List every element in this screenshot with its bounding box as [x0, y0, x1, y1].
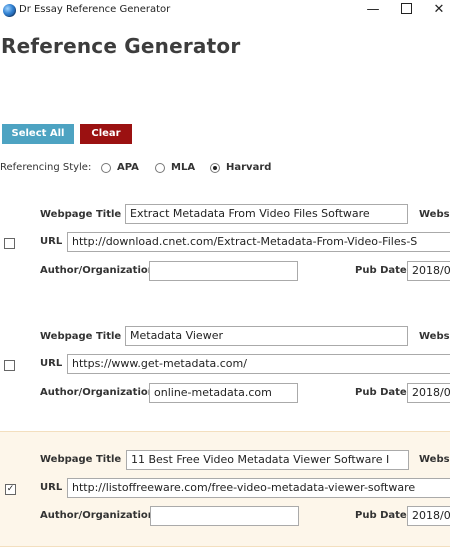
close-button[interactable]: ✕ [425, 0, 450, 22]
website-label: Websit [419, 331, 450, 342]
entry-checkbox-checked[interactable]: ✓ [5, 484, 16, 495]
radio-apa-circle[interactable] [101, 163, 111, 173]
url-field[interactable]: http://listoffreeware.com/free-video-met… [67, 478, 450, 498]
pub-date-field[interactable]: 2018/0 [407, 261, 450, 281]
url-label: URL [40, 236, 63, 247]
author-field[interactable] [149, 261, 298, 281]
window-title: Dr Essay Reference Generator [19, 4, 171, 15]
entry-checkbox[interactable] [4, 238, 15, 249]
clear-button[interactable]: Clear [80, 124, 132, 144]
webpage-title-label: Webpage Title [40, 209, 122, 220]
pub-date-label: Pub Date [355, 387, 407, 398]
maximize-icon [400, 2, 412, 14]
pub-date-label: Pub Date [355, 265, 407, 276]
url-label: URL [40, 358, 63, 369]
minimize-button[interactable]: — [356, 0, 390, 22]
webpage-title-label: Webpage Title [40, 454, 122, 465]
author-label: Author/Organization [40, 387, 155, 398]
reference-entry: Webpage Title Metadata Viewer Websit URL… [0, 320, 450, 436]
webpage-title-field[interactable]: Extract Metadata From Video Files Softwa… [125, 204, 408, 224]
maximize-button[interactable] [389, 0, 423, 22]
webpage-title-field[interactable]: 11 Best Free Video Metadata Viewer Softw… [126, 450, 409, 470]
url-field[interactable]: https://www.get-metadata.com/ [67, 354, 450, 374]
entry-checkbox[interactable] [4, 360, 15, 371]
webpage-title-field[interactable]: Metadata Viewer [125, 326, 408, 346]
radio-mla-circle[interactable] [155, 163, 165, 173]
pub-date-field[interactable]: 2018/0 [407, 383, 450, 403]
webpage-title-label: Webpage Title [40, 331, 122, 342]
pub-date-label: Pub Date [355, 510, 407, 521]
website-label: Websit [419, 209, 450, 220]
referencing-style-group: Referencing Style: APA MLA Harvard [0, 161, 300, 177]
window-titlebar: Dr Essay Reference Generator — ✕ [0, 0, 450, 22]
radio-harvard-circle[interactable] [210, 163, 220, 173]
referencing-style-label: Referencing Style: [0, 162, 92, 173]
reference-entry-selected: Webpage Title 11 Best Free Video Metadat… [0, 431, 450, 547]
select-all-button[interactable]: Select All [2, 124, 74, 144]
radio-harvard-label: Harvard [226, 162, 272, 173]
radio-apa[interactable]: APA [101, 161, 143, 177]
url-field[interactable]: http://download.cnet.com/Extract-Metadat… [67, 232, 450, 252]
author-label: Author/Organization [40, 510, 155, 521]
radio-harvard[interactable]: Harvard [210, 161, 272, 177]
page-title: Reference Generator [1, 34, 241, 58]
author-field[interactable] [150, 506, 299, 526]
website-label: Websit [419, 454, 450, 465]
pub-date-field[interactable]: 2018/0 [407, 506, 450, 526]
reference-entry: Webpage Title Extract Metadata From Vide… [0, 198, 450, 314]
radio-mla[interactable]: MLA [155, 161, 197, 177]
radio-apa-label: APA [117, 162, 139, 173]
author-field[interactable]: online-metadata.com [149, 383, 298, 403]
app-globe-icon [3, 4, 16, 17]
url-label: URL [40, 482, 63, 493]
radio-mla-label: MLA [171, 162, 196, 173]
author-label: Author/Organization [40, 265, 155, 276]
